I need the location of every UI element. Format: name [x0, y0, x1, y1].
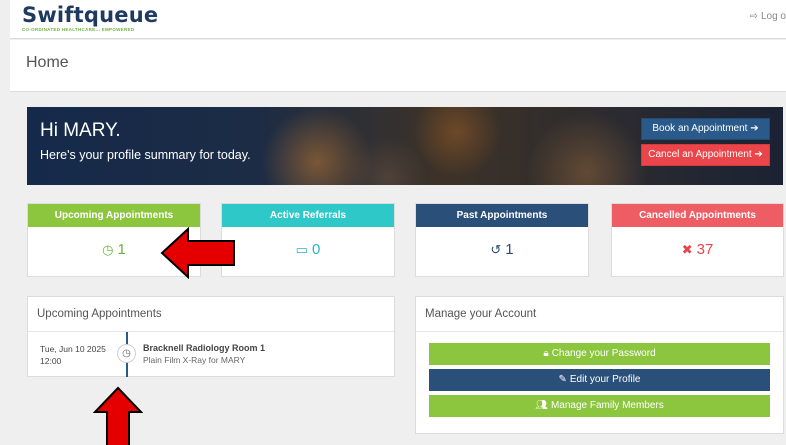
appointment-date: Tue, Jun 10 2025	[40, 344, 106, 354]
stat-label: Past Appointments	[416, 204, 588, 227]
stat-value-row: ✖ 37	[612, 227, 783, 276]
button-label: Change your Password	[551, 348, 656, 359]
past-appointments-card[interactable]: Past Appointments ↺ 1	[415, 203, 589, 277]
history-icon: ↺	[490, 242, 502, 257]
welcome-banner: Hi MARY. Here's your profile summary for…	[27, 107, 783, 185]
change-password-button[interactable]: 🔒︎ Change your Password	[429, 343, 770, 365]
button-label: Edit your Profile	[569, 374, 641, 385]
times-circle-icon: ✖	[681, 242, 693, 257]
page-title-bar: Home	[10, 40, 786, 92]
stat-value: 1	[505, 241, 514, 258]
panel-title: Upcoming Appointments	[28, 297, 394, 332]
stat-value-row: ↺ 1	[416, 227, 588, 276]
upcoming-appointments-panel: Upcoming Appointments Tue, Jun 10 2025 1…	[27, 296, 395, 377]
manage-family-button[interactable]: 👥︎ Manage Family Members	[429, 395, 770, 417]
logo-text: Swiftqueue	[22, 3, 159, 27]
appointment-location: Bracknell Radiology Room 1	[143, 343, 266, 353]
stat-label: Upcoming Appointments	[28, 204, 200, 227]
appointment-time: 12:00	[40, 356, 62, 366]
stat-label: Active Referrals	[222, 204, 394, 227]
page-title: Home	[26, 54, 69, 71]
sign-out-icon: ⇨	[749, 11, 758, 22]
stat-value: 0	[311, 241, 321, 258]
stat-value: 37	[696, 241, 714, 258]
top-navbar: Swiftqueue CO-ORDINATED HEALTHCARE... EM…	[10, 0, 786, 39]
active-referrals-card[interactable]: Active Referrals ▭ 0	[221, 203, 395, 277]
book-appointment-button[interactable]: Book an Appointment ➔	[641, 118, 770, 140]
edit-profile-button[interactable]: ✎ Edit your Profile	[429, 369, 770, 391]
users-icon: 👥︎	[535, 400, 548, 411]
lock-icon: 🔒︎	[543, 348, 549, 359]
stat-value-row: ▭ 0	[222, 227, 394, 276]
logout-label: Log o	[760, 11, 786, 22]
edit-icon: ✎	[558, 374, 567, 385]
logout-link[interactable]: ⇨ Log o	[750, 11, 786, 22]
appointment-datetime: Tue, Jun 10 2025 12:00	[40, 343, 106, 367]
stat-label: Cancelled Appointments	[612, 204, 783, 227]
clock-icon: ◷	[117, 344, 136, 363]
calendar-icon: ▭	[295, 242, 308, 257]
stat-value: 1	[117, 241, 126, 258]
swiftqueue-logo[interactable]: Swiftqueue CO-ORDINATED HEALTHCARE... EM…	[22, 4, 158, 32]
greeting-text: Hi MARY.	[40, 120, 121, 141]
manage-account-panel: Manage your Account 🔒︎ Change your Passwo…	[415, 296, 784, 434]
appointment-description: Plain Film X-Ray for MARY	[143, 355, 246, 365]
left-arrow-annotation	[160, 227, 235, 279]
panel-title: Manage your Account	[416, 297, 783, 332]
cancelled-appointments-card[interactable]: Cancelled Appointments ✖ 37	[611, 203, 784, 277]
clock-icon: ◷	[102, 242, 114, 257]
logo-tagline: CO-ORDINATED HEALTHCARE... EMPOWERED	[22, 27, 135, 32]
cancel-appointment-button[interactable]: Cancel an Appointment ➔	[641, 144, 770, 166]
button-label: Manage Family Members	[550, 400, 664, 411]
summary-text: Here's your profile summary for today.	[40, 148, 251, 162]
up-arrow-annotation	[93, 386, 143, 445]
appointment-item[interactable]: Tue, Jun 10 2025 12:00 ◷ Bracknell Radio…	[28, 332, 394, 377]
